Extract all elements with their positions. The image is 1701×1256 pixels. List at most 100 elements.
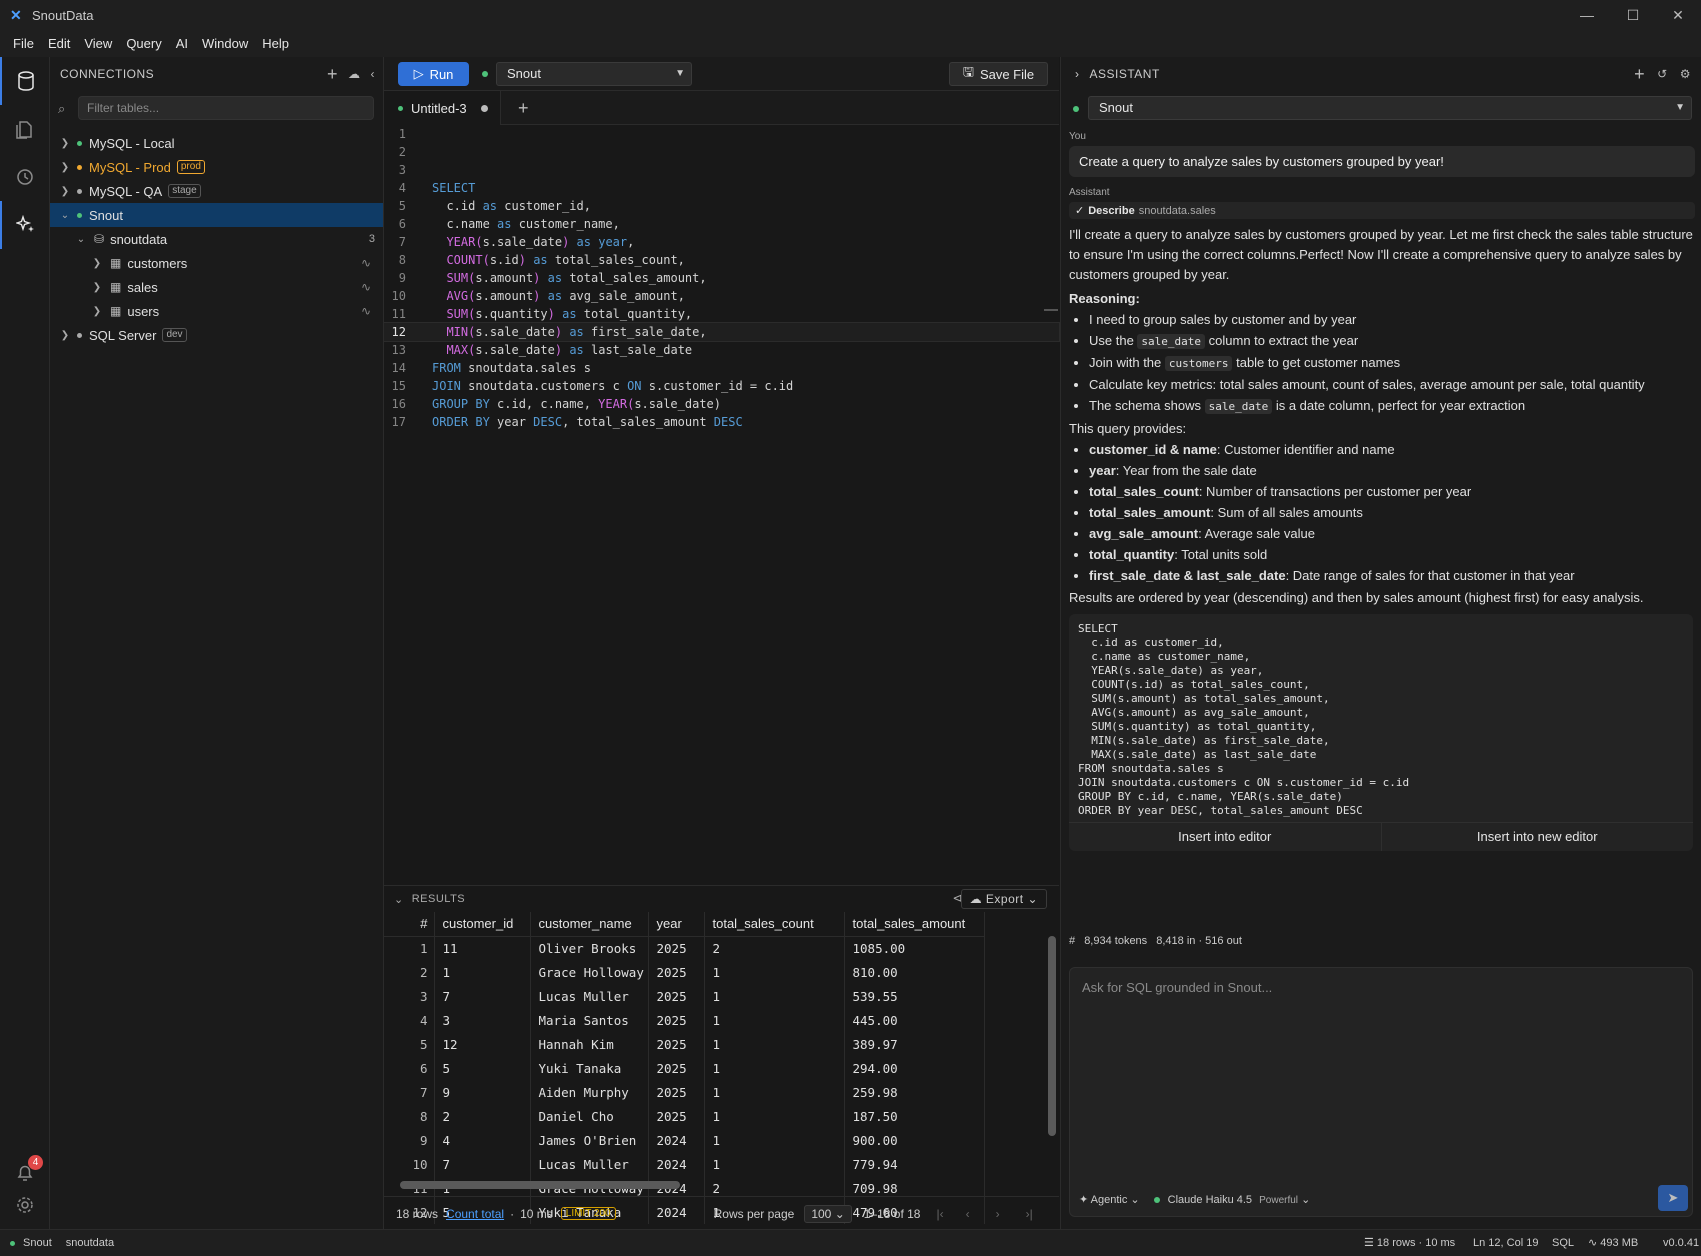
run-button[interactable]: ▷ Run xyxy=(398,62,469,86)
table-cell[interactable]: 445.00 xyxy=(844,1008,985,1032)
column-header[interactable]: # xyxy=(384,912,435,937)
table-cell[interactable]: 4 xyxy=(434,1128,531,1152)
code-line[interactable]: 9 SUM(s.amount) as total_sales_amount, xyxy=(384,269,1059,287)
insert-into-editor-button[interactable]: Insert into editor xyxy=(1069,823,1382,851)
table-row[interactable]: 2 1 Grace Holloway 2025 1 810.00 xyxy=(384,960,985,984)
table-cell[interactable]: 1 xyxy=(704,960,845,984)
table-row[interactable]: 10 7 Lucas Muller 2024 1 779.94 xyxy=(384,1152,985,1176)
cloud-sync-icon[interactable]: ☁ xyxy=(348,67,361,81)
table-cell[interactable]: James O'Brien xyxy=(530,1128,649,1152)
status-connection[interactable]: Snout xyxy=(23,1237,52,1249)
table-cell[interactable]: 1 xyxy=(704,1104,845,1128)
tree-item-snoutdata[interactable]: ⌄ ⛁ snoutdata 3 xyxy=(50,227,383,251)
new-chat-icon[interactable]: + xyxy=(1634,64,1645,85)
table-cell[interactable]: 1 xyxy=(704,1080,845,1104)
table-cell[interactable]: 7 xyxy=(434,984,531,1008)
table-cell[interactable]: Oliver Brooks xyxy=(530,936,649,960)
table-cell[interactable]: 1085.00 xyxy=(844,936,985,960)
code-line[interactable]: 5 c.id as customer_id, xyxy=(384,197,1059,215)
menu-ai[interactable]: AI xyxy=(169,36,195,51)
code-line[interactable]: 7 YEAR(s.sale_date) as year, xyxy=(384,233,1059,251)
assistant-connection-select[interactable]: Snout ▼ xyxy=(1088,96,1692,120)
table-row[interactable]: 5 12 Hannah Kim 2025 1 389.97 xyxy=(384,1032,985,1056)
tree-item-customers[interactable]: ❯ ▦ customers ∿ xyxy=(50,251,383,275)
count-total-link[interactable]: Count total xyxy=(446,1207,504,1221)
activity-pulse-icon[interactable]: ∿ xyxy=(361,304,371,318)
tab-untitled-3[interactable]: Untitled-3 xyxy=(384,91,501,125)
status-cursor[interactable]: Ln 12, Col 19 xyxy=(1473,1230,1538,1256)
rows-per-page-select[interactable]: 100 ⌄ xyxy=(804,1204,852,1223)
settings-gear-icon[interactable] xyxy=(0,1181,50,1229)
close-window-button[interactable]: ✕ xyxy=(1655,0,1701,30)
table-cell[interactable]: 3 xyxy=(434,1008,531,1032)
table-cell[interactable]: 2 xyxy=(704,936,845,960)
model-select[interactable]: Claude Haiku 4.5 Powerful ⌄ xyxy=(1168,1193,1311,1206)
table-cell[interactable]: 4 xyxy=(384,1008,435,1032)
activity-pulse-icon[interactable]: ∿ xyxy=(361,256,371,270)
table-cell[interactable]: 9 xyxy=(384,1128,435,1152)
table-cell[interactable]: 2 xyxy=(384,960,435,984)
table-cell[interactable]: 5 xyxy=(434,1056,531,1080)
collapse-sidebar-icon[interactable]: ‹ xyxy=(371,67,376,81)
database-icon[interactable] xyxy=(0,57,50,105)
table-cell[interactable]: 2025 xyxy=(648,1080,705,1104)
menu-window[interactable]: Window xyxy=(195,36,255,51)
column-header[interactable]: total_sales_count xyxy=(704,912,845,937)
table-cell[interactable]: 2025 xyxy=(648,1032,705,1056)
table-cell[interactable]: 2025 xyxy=(648,1056,705,1080)
add-connection-icon[interactable]: + xyxy=(327,64,338,85)
table-cell[interactable]: 779.94 xyxy=(844,1152,985,1176)
code-editor[interactable]: 1 2 3 4 SELECT 5 c.id as customer_id, 6 c.name… xyxy=(383,125,1060,885)
code-line[interactable]: 11 SUM(s.quantity) as total_quantity, xyxy=(384,305,1059,323)
mode-select[interactable]: ✦ Agentic ⌄ xyxy=(1079,1193,1140,1206)
table-cell[interactable]: 2024 xyxy=(648,1152,705,1176)
code-line[interactable]: 15 JOIN snoutdata.customers c ON s.custom… xyxy=(384,377,1059,395)
table-cell[interactable]: 2 xyxy=(434,1104,531,1128)
minimize-button[interactable]: — xyxy=(1564,0,1610,30)
table-cell[interactable]: 1 xyxy=(704,984,845,1008)
tool-call-badge[interactable]: ✓ Describe snoutdata.sales xyxy=(1069,202,1695,219)
send-button[interactable]: ➤ xyxy=(1658,1185,1688,1211)
code-line[interactable]: 10 AVG(s.amount) as avg_sale_amount, xyxy=(384,287,1059,305)
chevron-down-icon[interactable]: ⌄ xyxy=(394,893,404,906)
table-cell[interactable]: 2025 xyxy=(648,960,705,984)
code-line[interactable]: 1 xyxy=(384,125,1059,143)
table-cell[interactable]: 2025 xyxy=(648,984,705,1008)
table-cell[interactable]: 1 xyxy=(704,1008,845,1032)
column-header[interactable]: total_sales_amount xyxy=(844,912,985,937)
tree-item-sales[interactable]: ❯ ▦ sales ∿ xyxy=(50,275,383,299)
table-cell[interactable]: Daniel Cho xyxy=(530,1104,649,1128)
table-cell[interactable]: 2025 xyxy=(648,936,705,960)
chevron-right-icon[interactable]: › xyxy=(1075,67,1080,81)
code-line[interactable]: 4 SELECT xyxy=(384,179,1059,197)
table-cell[interactable]: 8 xyxy=(384,1104,435,1128)
tree-item-mysql-prod[interactable]: ❯ MySQL - Prod prod xyxy=(50,155,383,179)
code-line[interactable]: 12 MIN(s.sale_date) as first_sale_date, xyxy=(383,322,1060,342)
table-cell[interactable]: Hannah Kim xyxy=(530,1032,649,1056)
menu-query[interactable]: Query xyxy=(119,36,168,51)
filter-tables-input[interactable]: Filter tables... xyxy=(78,96,374,120)
table-cell[interactable]: 539.55 xyxy=(844,984,985,1008)
table-row[interactable]: 1 11 Oliver Brooks 2025 2 1085.00 xyxy=(384,936,985,960)
status-language[interactable]: SQL xyxy=(1552,1230,1574,1256)
last-page-icon[interactable]: ›| xyxy=(1026,1207,1033,1221)
insert-into-new-editor-button[interactable]: Insert into new editor xyxy=(1382,823,1694,851)
table-cell[interactable]: 900.00 xyxy=(844,1128,985,1152)
export-button[interactable]: ☁ Export ⌄ xyxy=(960,889,1047,909)
activity-pulse-icon[interactable]: ∿ xyxy=(361,280,371,294)
history-icon[interactable] xyxy=(0,153,50,201)
prev-page-icon[interactable]: ‹ xyxy=(966,1207,970,1221)
tree-item-mysql-qa[interactable]: ❯ MySQL - QA stage xyxy=(50,179,383,203)
table-cell[interactable]: 3 xyxy=(384,984,435,1008)
ai-sparkle-icon[interactable] xyxy=(0,201,50,249)
code-line[interactable]: 2 xyxy=(384,143,1059,161)
table-cell[interactable]: 7 xyxy=(434,1152,531,1176)
tree-item-users[interactable]: ❯ ▦ users ∿ xyxy=(50,299,383,323)
table-cell[interactable]: 1 xyxy=(434,960,531,984)
table-cell[interactable]: 810.00 xyxy=(844,960,985,984)
connection-select[interactable]: Snout ▼ xyxy=(496,62,692,86)
tree-item-snout[interactable]: ⌄ Snout xyxy=(50,203,383,227)
table-cell[interactable]: 294.00 xyxy=(844,1056,985,1080)
table-cell[interactable]: 1 xyxy=(704,1152,845,1176)
table-cell[interactable]: 7 xyxy=(384,1080,435,1104)
